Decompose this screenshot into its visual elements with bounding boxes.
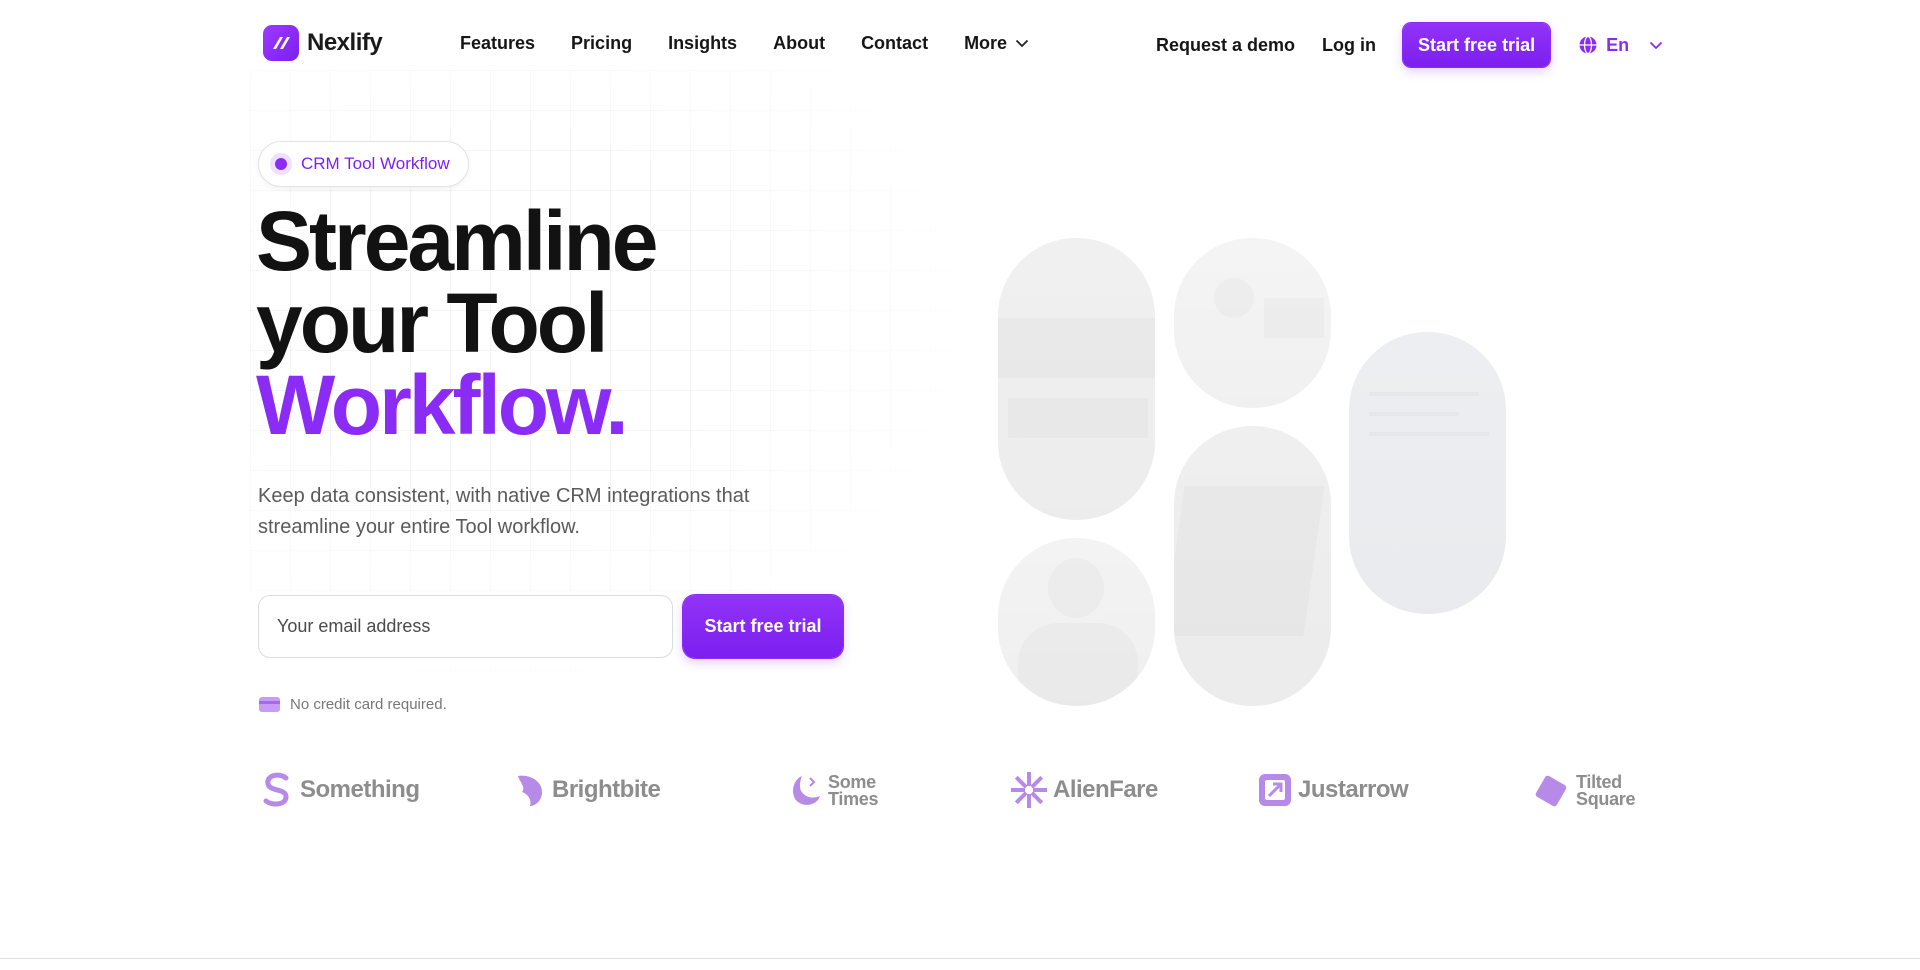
- tilted-square-icon: [1535, 775, 1567, 807]
- nav-link-features[interactable]: Features: [460, 33, 535, 54]
- primary-nav: Features Pricing Insights About Contact …: [460, 33, 1029, 54]
- nav-actions: Request a demo Log in Start free trial E…: [1156, 23, 1663, 67]
- arrow-box-icon: [1259, 774, 1291, 806]
- nav-link-about[interactable]: About: [773, 33, 825, 54]
- top-nav: Nexlify Features Pricing Insights About …: [0, 0, 1920, 90]
- nav-more-label: More: [964, 33, 1008, 53]
- hero-start-trial-button[interactable]: Start free trial: [683, 595, 843, 658]
- headline-line-2: your Tool: [256, 276, 608, 370]
- globe-icon: [1579, 35, 1597, 55]
- hero-image-person-headset: [1174, 238, 1331, 408]
- logo-justarrow: Justarrow: [1258, 772, 1409, 808]
- badge-label: CRM Tool Workflow: [301, 154, 450, 173]
- hero-subtext: Keep data consistent, with native CRM in…: [258, 485, 750, 538]
- hero-headline: Streamline your Tool Workflow.: [256, 194, 659, 452]
- burst-icon: [1011, 772, 1047, 808]
- hero-badge: CRM Tool Workflow: [258, 141, 469, 187]
- section-divider: [0, 958, 1920, 959]
- crescent-icon: [793, 776, 820, 805]
- email-input[interactable]: [258, 595, 673, 658]
- logo-tilted-square: Tilted Square: [1532, 772, 1636, 810]
- headline-accent: Workflow.: [256, 358, 629, 452]
- bite-icon: [518, 775, 542, 806]
- no-credit-card-text: No credit card required.: [290, 696, 447, 713]
- logo-alienfare: AlienFare: [1011, 772, 1158, 808]
- no-credit-card-note: No credit card required.: [259, 696, 447, 713]
- hero-image-code-screen: [1349, 332, 1506, 614]
- language-label: En: [1606, 34, 1630, 55]
- brand-name: Nexlify: [307, 29, 383, 56]
- client-logos: Something Brightbite Some Times AlienFar…: [260, 770, 1640, 810]
- nav-link-pricing[interactable]: Pricing: [571, 33, 632, 54]
- chevron-down-icon: [1015, 39, 1029, 48]
- nav-link-contact[interactable]: Contact: [861, 33, 928, 54]
- hero-image-man-portrait: [998, 538, 1155, 706]
- nav-start-trial-button[interactable]: Start free trial: [1403, 23, 1551, 67]
- s-swirl-icon: [263, 772, 289, 807]
- badge-dot-icon: [275, 158, 287, 170]
- landing-page: Nexlify Features Pricing Insights About …: [0, 0, 1920, 970]
- request-demo-link[interactable]: Request a demo: [1156, 35, 1295, 56]
- chevron-down-icon: [1649, 41, 1663, 49]
- hero-image-office: [998, 238, 1155, 520]
- brand-logo[interactable]: Nexlify: [263, 25, 383, 61]
- logo-tilted-square-text: Tilted Square: [1576, 772, 1636, 809]
- credit-card-icon: [259, 697, 280, 712]
- hero-image-monitor: [1174, 426, 1331, 706]
- logo-brightbite: Brightbite: [512, 772, 661, 808]
- nexlify-logo-icon: [263, 25, 299, 61]
- nav-more-dropdown[interactable]: More: [964, 33, 1029, 54]
- headline-line-1: Streamline: [256, 194, 659, 288]
- login-link[interactable]: Log in: [1322, 35, 1376, 56]
- nav-link-insights[interactable]: Insights: [668, 33, 737, 54]
- logo-some-times: Some Times: [786, 772, 879, 810]
- logo-something: Something: [260, 772, 420, 808]
- logo-some-times-text: Some Times: [828, 772, 879, 809]
- language-selector[interactable]: En: [1578, 35, 1663, 56]
